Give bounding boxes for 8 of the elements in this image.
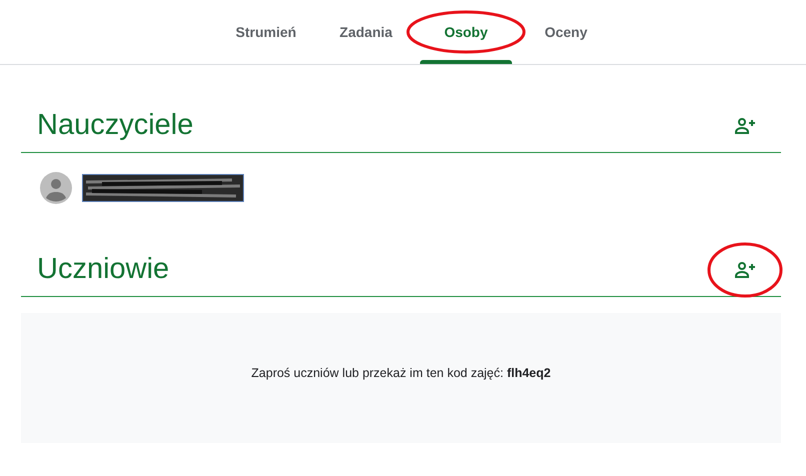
nav-tab[interactable]: Oceny — [544, 22, 588, 42]
invite-text: Zaproś uczniów lub przekaż im ten kod zajęć: flh4eq2 — [251, 365, 551, 382]
nav-tab[interactable]: Strumień — [236, 22, 296, 42]
section-title: Uczniowie — [37, 252, 170, 287]
nav-tab[interactable]: Osoby — [444, 22, 488, 42]
section-title: Nauczyciele — [37, 108, 194, 143]
nav-tab[interactable]: Zadania — [340, 22, 392, 42]
avatar-icon — [40, 172, 72, 204]
